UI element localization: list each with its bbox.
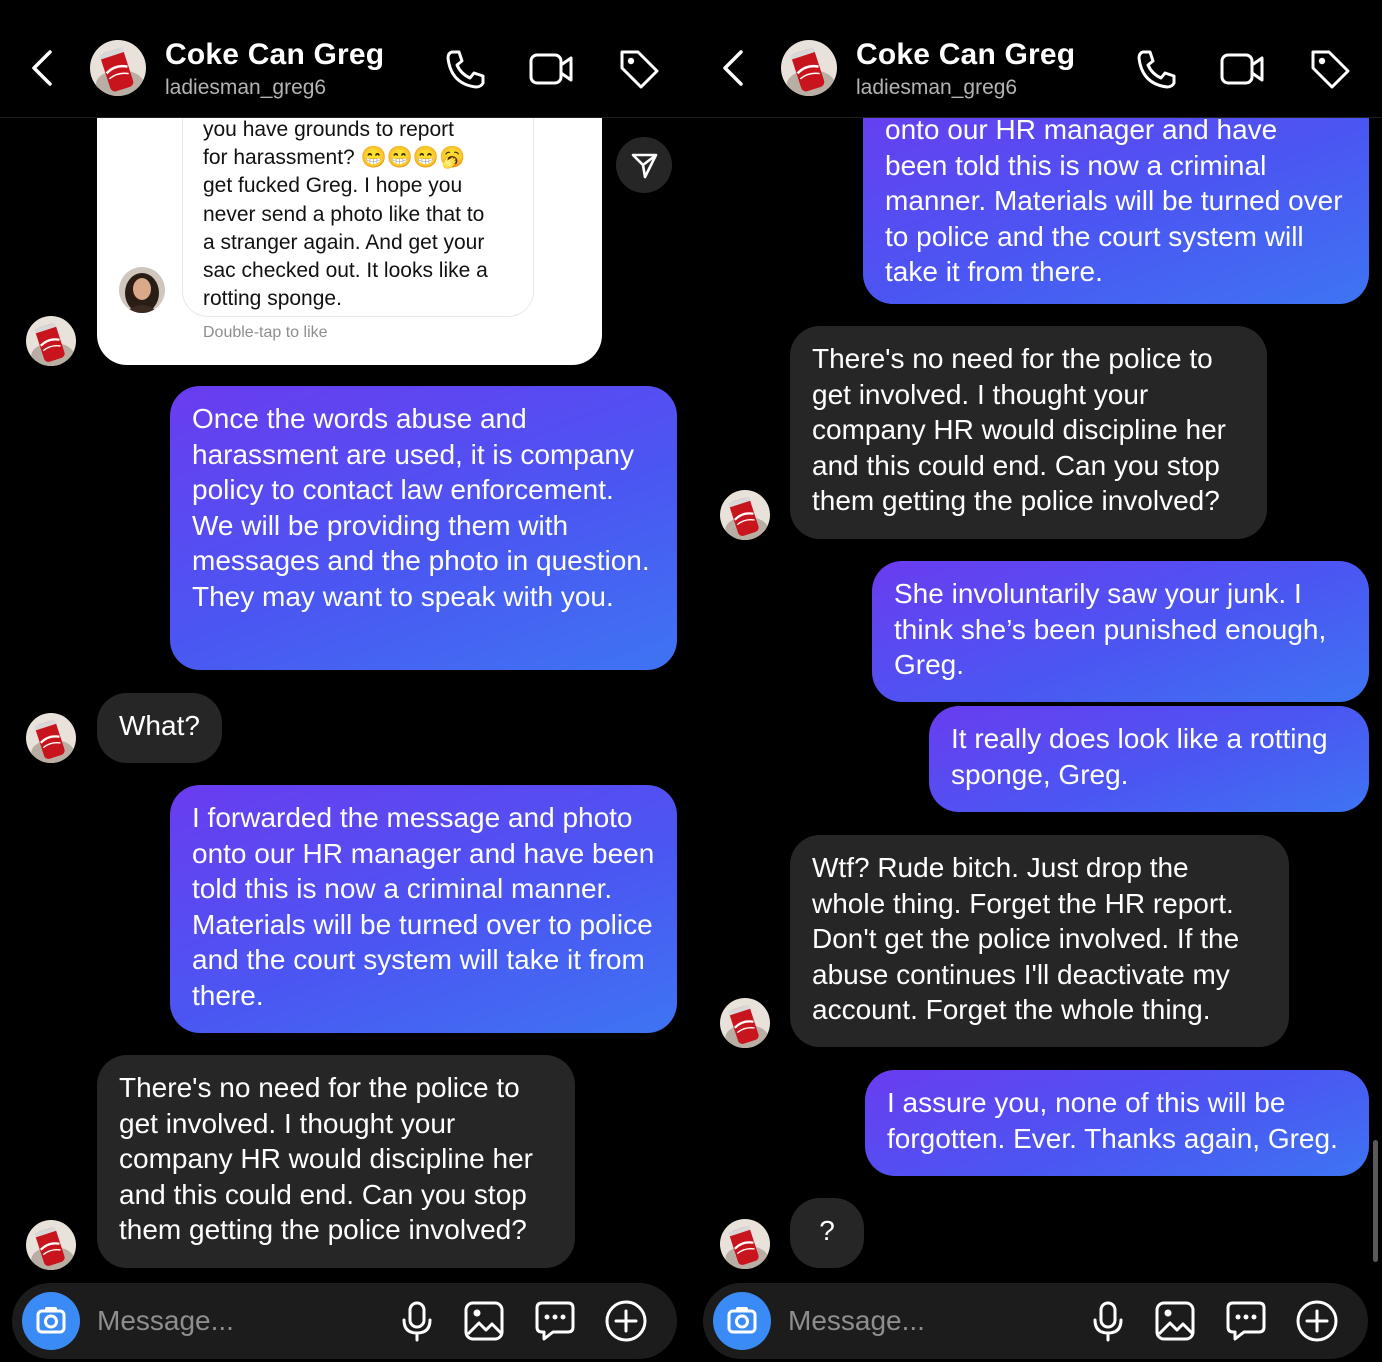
left-screenshot: Coke Can Greg ladiesman_greg6 you have g… [0,0,691,1362]
sticker-chat-icon[interactable] [533,1299,577,1343]
sent-message[interactable]: She involuntarily saw your junk. I think… [872,561,1369,702]
chat-header: Coke Can Greg ladiesman_greg6 [691,0,1382,118]
quoted-user-avatar [119,267,165,313]
contact-avatar[interactable] [90,40,146,96]
back-chevron-icon[interactable] [715,46,755,90]
contact-name[interactable]: Coke Can Greg [165,38,384,72]
sent-message[interactable]: Once the words abuse and harassment are … [170,386,677,670]
video-camera-icon[interactable] [1219,46,1265,92]
sticker-chat-icon[interactable] [1224,1299,1268,1343]
received-message[interactable]: ? [790,1198,864,1268]
chat-header: Coke Can Greg ladiesman_greg6 [0,0,691,118]
received-message[interactable]: What? [97,693,222,763]
received-message[interactable]: There's no need for the police to get in… [790,326,1267,539]
tag-icon[interactable] [1307,46,1353,92]
gallery-icon[interactable] [1153,1299,1197,1343]
contact-name[interactable]: Coke Can Greg [856,38,1075,72]
quote-line: rotting sponge. [203,287,342,311]
plus-icon[interactable] [604,1299,648,1343]
camera-icon [36,1307,66,1334]
message-composer [12,1283,677,1359]
quote-line: you have grounds to report [203,118,454,141]
sent-message[interactable]: I forwarded the message and photo onto o… [170,785,677,1033]
shared-post-card[interactable]: you have grounds to report for harassmen… [97,117,602,365]
contact-username[interactable]: ladiesman_greg6 [165,76,326,100]
camera-button[interactable] [22,1292,80,1350]
received-message[interactable]: There's no need for the police to get in… [97,1055,575,1268]
double-tap-hint: Double-tap to like [203,324,328,341]
received-message[interactable]: Wtf? Rude bitch. Just drop the whole thi… [790,835,1289,1047]
quote-line: get fucked Greg. I hope you [203,174,463,198]
quote-line: sac checked out. It looks like a [203,259,488,283]
share-paper-plane-icon [631,153,658,179]
contact-username[interactable]: ladiesman_greg6 [856,76,1017,100]
sender-avatar[interactable] [26,316,76,366]
sent-message[interactable]: It really does look like a rotting spong… [929,706,1369,812]
message-composer [703,1283,1368,1359]
sender-avatar[interactable] [720,490,770,540]
back-chevron-icon[interactable] [24,46,64,90]
message-input[interactable] [788,1299,1068,1343]
camera-icon [727,1307,757,1334]
gallery-icon[interactable] [462,1299,506,1343]
sender-avatar[interactable] [720,1219,770,1269]
contact-avatar[interactable] [781,40,837,96]
scrollbar[interactable] [1373,1140,1378,1262]
microphone-icon[interactable] [395,1299,439,1343]
message-input[interactable] [97,1299,377,1343]
message-thread[interactable]: onto our HR manager and have been told t… [691,117,1382,1280]
video-camera-icon[interactable] [528,46,574,92]
plus-icon[interactable] [1295,1299,1339,1343]
quote-line: a stranger again. And get your [203,230,485,254]
quote-line: never send a photo like that to [203,202,485,226]
quoted-message: you have grounds to report for harassmen… [182,117,534,317]
sender-avatar[interactable] [26,713,76,763]
phone-icon[interactable] [1134,46,1180,92]
tag-icon[interactable] [616,46,662,92]
phone-icon[interactable] [443,46,489,92]
sender-avatar[interactable] [26,1220,76,1270]
quote-line: for harassment? 😁😁😁🥱 [203,146,466,170]
message-thread[interactable]: you have grounds to report for harassmen… [0,117,691,1280]
sent-message[interactable]: onto our HR manager and have been told t… [863,117,1369,304]
sent-message[interactable]: I assure you, none of this will be forgo… [865,1070,1369,1176]
sender-avatar[interactable] [720,998,770,1048]
share-button[interactable] [616,137,672,193]
camera-button[interactable] [713,1292,771,1350]
microphone-icon[interactable] [1086,1299,1130,1343]
right-screenshot: Coke Can Greg ladiesman_greg6 onto our H… [691,0,1382,1362]
